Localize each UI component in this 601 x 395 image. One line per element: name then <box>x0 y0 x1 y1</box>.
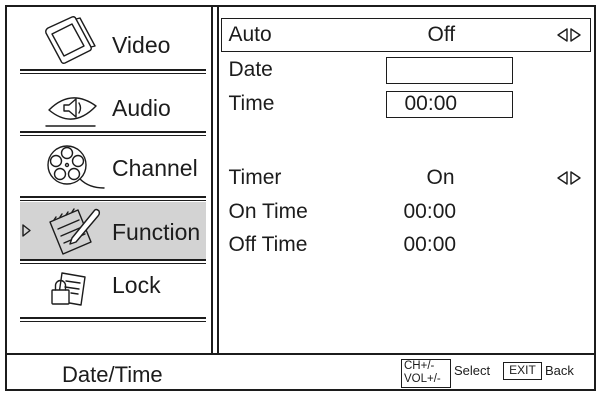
menu-item-label: Lock <box>112 272 161 298</box>
time-field[interactable]: 00:00 <box>385 91 513 118</box>
menu-separator <box>20 259 206 264</box>
setting-label: Auto <box>228 22 272 46</box>
menu-item-lock[interactable]: Lock <box>20 266 206 316</box>
left-right-arrows-icon[interactable] <box>556 27 582 42</box>
back-hint-label: Back <box>545 363 574 378</box>
setting-label: Date <box>228 57 273 81</box>
setting-row-auto[interactable]: Auto Off <box>221 18 591 52</box>
setting-row-time[interactable]: Time 00:00 <box>221 90 591 120</box>
footer-title: Date/Time <box>62 362 163 387</box>
setting-row-timer[interactable]: Timer On <box>221 164 591 192</box>
timer-value[interactable]: On <box>427 166 455 190</box>
select-hint-label: Select <box>454 363 491 378</box>
menu-item-function[interactable]: Function <box>20 202 206 259</box>
footer-bar: Date/Time CH+/- VOL+/- Select EXIT Back <box>6 355 595 389</box>
setting-row-on-time[interactable]: On Time 00:00 <box>221 198 591 226</box>
setting-row-date[interactable]: Date <box>221 56 591 86</box>
auto-value[interactable]: Off <box>428 23 456 47</box>
menu-separator <box>20 131 206 136</box>
menu-item-video[interactable]: Video <box>20 10 206 68</box>
vol-key-label: VOL+/- <box>404 373 441 385</box>
film-reel-icon <box>47 145 105 189</box>
setting-label: Timer <box>228 165 282 189</box>
exit-key-hint: EXIT <box>503 362 542 380</box>
lock-icon <box>51 272 86 306</box>
menu-item-label: Channel <box>112 155 198 181</box>
date-field[interactable] <box>385 57 513 84</box>
setting-label: Time <box>228 91 275 115</box>
menu-separator <box>20 196 206 201</box>
menu-separator <box>20 317 206 322</box>
menu-item-channel[interactable]: Channel <box>20 139 206 195</box>
setting-row-off-time[interactable]: Off Time 00:00 <box>221 231 591 259</box>
setting-label: On Time <box>228 199 308 223</box>
main-menu-sidebar: Video Audio Channel Function Lock <box>0 0 211 353</box>
on-time-value[interactable]: 00:00 <box>404 200 457 224</box>
menu-item-audio[interactable]: Audio <box>20 76 206 130</box>
menu-item-label: Audio <box>112 95 171 121</box>
menu-item-label: Function <box>112 219 201 245</box>
left-right-arrows-icon[interactable] <box>556 170 582 185</box>
tv-icon <box>45 16 96 64</box>
triangle-right-icon <box>22 224 31 237</box>
setting-label: Off Time <box>228 232 308 256</box>
off-time-value[interactable]: 00:00 <box>404 233 457 257</box>
menu-item-label: Video <box>112 32 171 58</box>
ch-key-label: CH+/- <box>404 360 435 372</box>
menu-separator <box>20 69 206 74</box>
speaker-icon <box>45 97 97 127</box>
notepad-pencil-icon <box>49 208 101 255</box>
ch-vol-key-hint: CH+/- VOL+/- <box>401 359 451 388</box>
panel-divider <box>211 6 219 354</box>
